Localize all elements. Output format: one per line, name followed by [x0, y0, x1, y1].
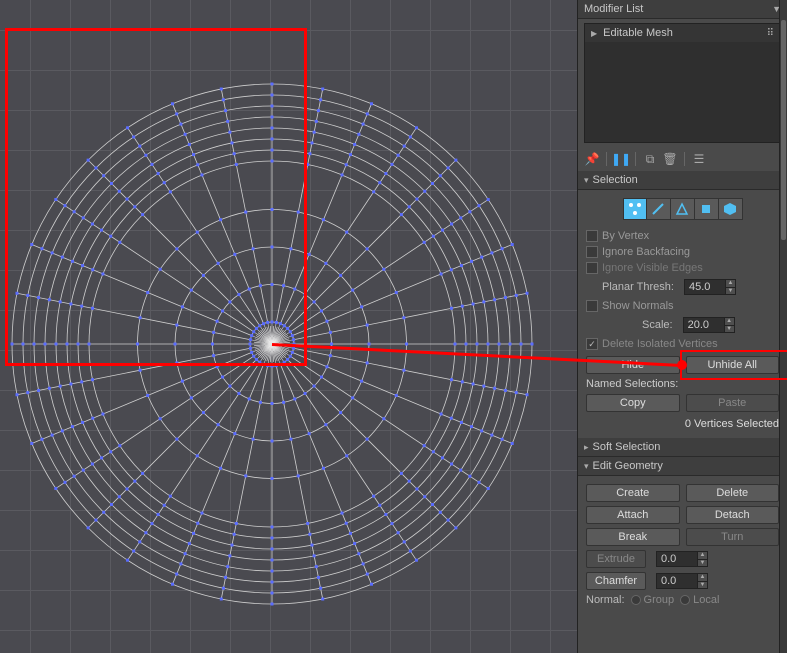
rollout-title: Selection — [593, 174, 638, 186]
rollout-title: Soft Selection — [593, 441, 661, 453]
spinner-value[interactable]: 45.0 — [684, 279, 726, 295]
spinner-value[interactable]: 0.0 — [656, 551, 698, 567]
checkbox-label: Show Normals — [602, 300, 674, 312]
paste-button[interactable]: Paste — [686, 394, 780, 412]
attach-button[interactable]: Attach — [586, 506, 680, 524]
modifier-list-dropdown[interactable]: Modifier List ▼ — [578, 0, 787, 19]
spinner-arrows[interactable]: ▲▼ — [726, 279, 736, 295]
selection-rollout: By Vertex Ignore Backfacing Ignore Visib… — [578, 190, 787, 438]
planar-thresh-spinner[interactable]: 45.0 ▲▼ — [684, 279, 736, 295]
modifier-stack-item[interactable]: ▶ Editable Mesh ⠿ — [585, 24, 780, 42]
checkbox-icon — [586, 230, 598, 242]
copy-button[interactable]: Copy — [586, 394, 680, 412]
ignore-visible-edges-checkbox[interactable]: Ignore Visible Edges — [586, 260, 779, 276]
turn-button[interactable]: Turn — [686, 528, 780, 546]
edit-geometry-rollout: Create Delete Attach Detach Break Turn E… — [578, 476, 787, 613]
checkbox-icon — [586, 246, 598, 258]
stack-toolbar: 📌 ❚❚ ⧉ 🗑 ☰ — [578, 147, 787, 171]
rollout-edit-geometry-header[interactable]: ▾ Edit Geometry — [578, 457, 787, 476]
command-panel: Modifier List ▼ ▶ Editable Mesh ⠿ 📌 ❚❚ ⧉… — [577, 0, 787, 653]
spinner-arrows[interactable]: ▲▼ — [698, 551, 708, 567]
stack-item-menu-icon[interactable]: ⠿ — [767, 28, 774, 39]
checkbox-label: Delete Isolated Vertices — [602, 338, 718, 350]
separator — [635, 152, 636, 166]
scale-spinner[interactable]: 20.0 ▲▼ — [683, 317, 735, 333]
spinner-arrows[interactable]: ▲▼ — [725, 317, 735, 333]
extrude-spinner[interactable]: 0.0 ▲▼ — [656, 550, 708, 568]
spinner-value[interactable]: 0.0 — [656, 573, 698, 589]
configure-icon[interactable]: ☰ — [691, 151, 707, 167]
radio-label: Local — [693, 594, 719, 606]
chamfer-spinner[interactable]: 0.0 ▲▼ — [656, 572, 708, 590]
remove-icon[interactable]: 🗑 — [662, 151, 678, 167]
chevron-right-icon: ▸ — [584, 442, 589, 453]
break-button[interactable]: Break — [586, 528, 680, 546]
expand-icon: ▶ — [591, 29, 597, 38]
radio-icon — [631, 595, 641, 605]
planar-thresh-label: Planar Thresh: — [602, 281, 674, 293]
polygon-mode-button[interactable] — [695, 198, 719, 220]
wireframe-mesh — [0, 0, 577, 653]
radio-icon — [680, 595, 690, 605]
rollout-title: Edit Geometry — [593, 460, 663, 472]
by-vertex-checkbox[interactable]: By Vertex — [586, 228, 779, 244]
show-end-result-icon[interactable]: ❚❚ — [613, 151, 629, 167]
extrude-button[interactable]: Extrude — [586, 550, 646, 568]
subobject-buttons — [586, 198, 779, 220]
delete-button[interactable]: Delete — [686, 484, 780, 502]
element-mode-button[interactable] — [719, 198, 743, 220]
checkbox-icon — [586, 262, 598, 274]
normal-group-radio[interactable]: Group — [631, 594, 675, 606]
rollout-selection-header[interactable]: ▾ Selection — [578, 171, 787, 190]
face-mode-button[interactable] — [671, 198, 695, 220]
checkbox-icon — [586, 300, 598, 312]
selection-status: 0 Vertices Selected — [586, 416, 779, 434]
checkbox-icon — [586, 338, 598, 350]
modifier-list-label: Modifier List — [584, 3, 643, 15]
checkbox-label: Ignore Visible Edges — [602, 262, 703, 274]
rollout-soft-selection-header[interactable]: ▸ Soft Selection — [578, 438, 787, 457]
spinner-value[interactable]: 20.0 — [683, 317, 725, 333]
radio-label: Group — [644, 594, 675, 606]
edge-mode-button[interactable] — [647, 198, 671, 220]
normal-local-radio[interactable]: Local — [680, 594, 719, 606]
checkbox-label: Ignore Backfacing — [602, 246, 690, 258]
chevron-down-icon: ▾ — [584, 461, 589, 472]
pin-icon[interactable]: 📌 — [584, 151, 600, 167]
vertex-mode-button[interactable] — [623, 198, 647, 220]
unhide-all-button[interactable]: Unhide All — [686, 356, 780, 374]
make-unique-icon[interactable]: ⧉ — [642, 151, 658, 167]
normal-label: Normal: — [586, 594, 625, 606]
chevron-down-icon: ▾ — [584, 175, 589, 186]
detach-button[interactable]: Detach — [686, 506, 780, 524]
delete-isolated-checkbox[interactable]: Delete Isolated Vertices — [586, 336, 779, 352]
hide-button[interactable]: Hide — [586, 356, 680, 374]
chamfer-button[interactable]: Chamfer — [586, 572, 646, 590]
panel-scrollbar[interactable] — [779, 0, 787, 653]
create-button[interactable]: Create — [586, 484, 680, 502]
stack-item-label: Editable Mesh — [603, 27, 673, 39]
scale-label: Scale: — [642, 319, 673, 331]
checkbox-label: By Vertex — [602, 230, 649, 242]
separator — [606, 152, 607, 166]
separator — [684, 152, 685, 166]
spinner-arrows[interactable]: ▲▼ — [698, 573, 708, 589]
ignore-backfacing-checkbox[interactable]: Ignore Backfacing — [586, 244, 779, 260]
named-selections-label: Named Selections: — [586, 378, 779, 390]
modifier-stack[interactable]: ▶ Editable Mesh ⠿ — [584, 23, 781, 143]
viewport[interactable] — [0, 0, 577, 653]
show-normals-checkbox[interactable]: Show Normals — [586, 298, 779, 314]
scrollbar-thumb[interactable] — [781, 20, 786, 240]
